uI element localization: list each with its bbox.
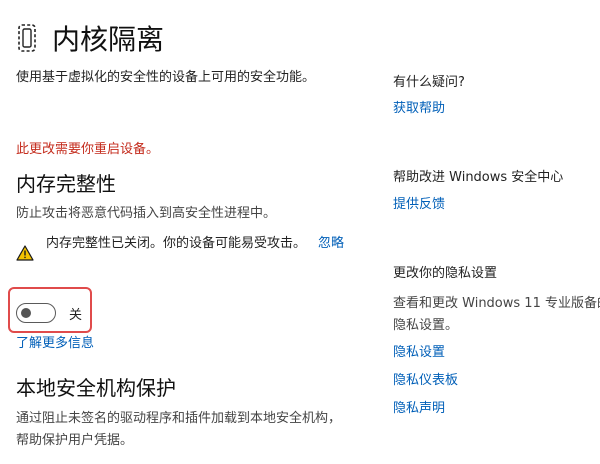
toggle-knob (21, 308, 31, 318)
privacy-text: 查看和更改 Windows 11 专业版备的隐私设置。 (393, 296, 600, 333)
memory-integrity-title: 内存完整性 (16, 172, 116, 196)
privacy-dashboard-link[interactable]: 隐私仪表板 (393, 371, 458, 391)
warning-icon (16, 233, 46, 265)
page-header: 内核隔离 (16, 20, 164, 60)
page-title: 内核隔离 (52, 23, 165, 56)
questions-heading: 有什么疑问? (393, 75, 465, 90)
lsa-protection-description: 通过阻止未签名的驱动程序和插件加载到本地安全机构，帮助保护用户凭据。 (16, 411, 342, 448)
memory-integrity-description: 防止攻击将恶意代码插入到高安全性进程中。 (16, 206, 277, 221)
toggle-state-label: 关 (69, 307, 83, 323)
improve-heading: 帮助改进 Windows 安全中心 (393, 170, 564, 185)
memory-integrity-toggle[interactable] (16, 303, 56, 323)
privacy-statement-link[interactable]: 隐私声明 (393, 399, 445, 419)
memory-integrity-warning: 内存完整性已关闭。你的设备可能易受攻击。 忽略 (16, 233, 356, 265)
restart-notice: 此更改需要你重启设备。 (16, 142, 160, 157)
learn-more-link[interactable]: 了解更多信息 (16, 334, 94, 354)
chip-icon (16, 23, 52, 57)
warning-text: 内存完整性已关闭。你的设备可能易受攻击。 (46, 236, 307, 251)
get-help-link[interactable]: 获取帮助 (393, 99, 445, 119)
give-feedback-link[interactable]: 提供反馈 (393, 195, 445, 215)
page-description: 使用基于虚拟化的安全性的设备上可用的安全功能。 (16, 70, 316, 85)
dismiss-link[interactable]: 忽略 (318, 233, 344, 255)
lsa-protection-title: 本地安全机构保护 (16, 376, 176, 400)
kernel-isolation-page: 内核隔离 使用基于虚拟化的安全性的设备上可用的安全功能。 此更改需要你重启设备。… (0, 0, 600, 464)
privacy-settings-link[interactable]: 隐私设置 (393, 343, 445, 363)
privacy-heading: 更改你的隐私设置 (393, 266, 498, 281)
memory-integrity-toggle-row: 关 (16, 303, 82, 323)
